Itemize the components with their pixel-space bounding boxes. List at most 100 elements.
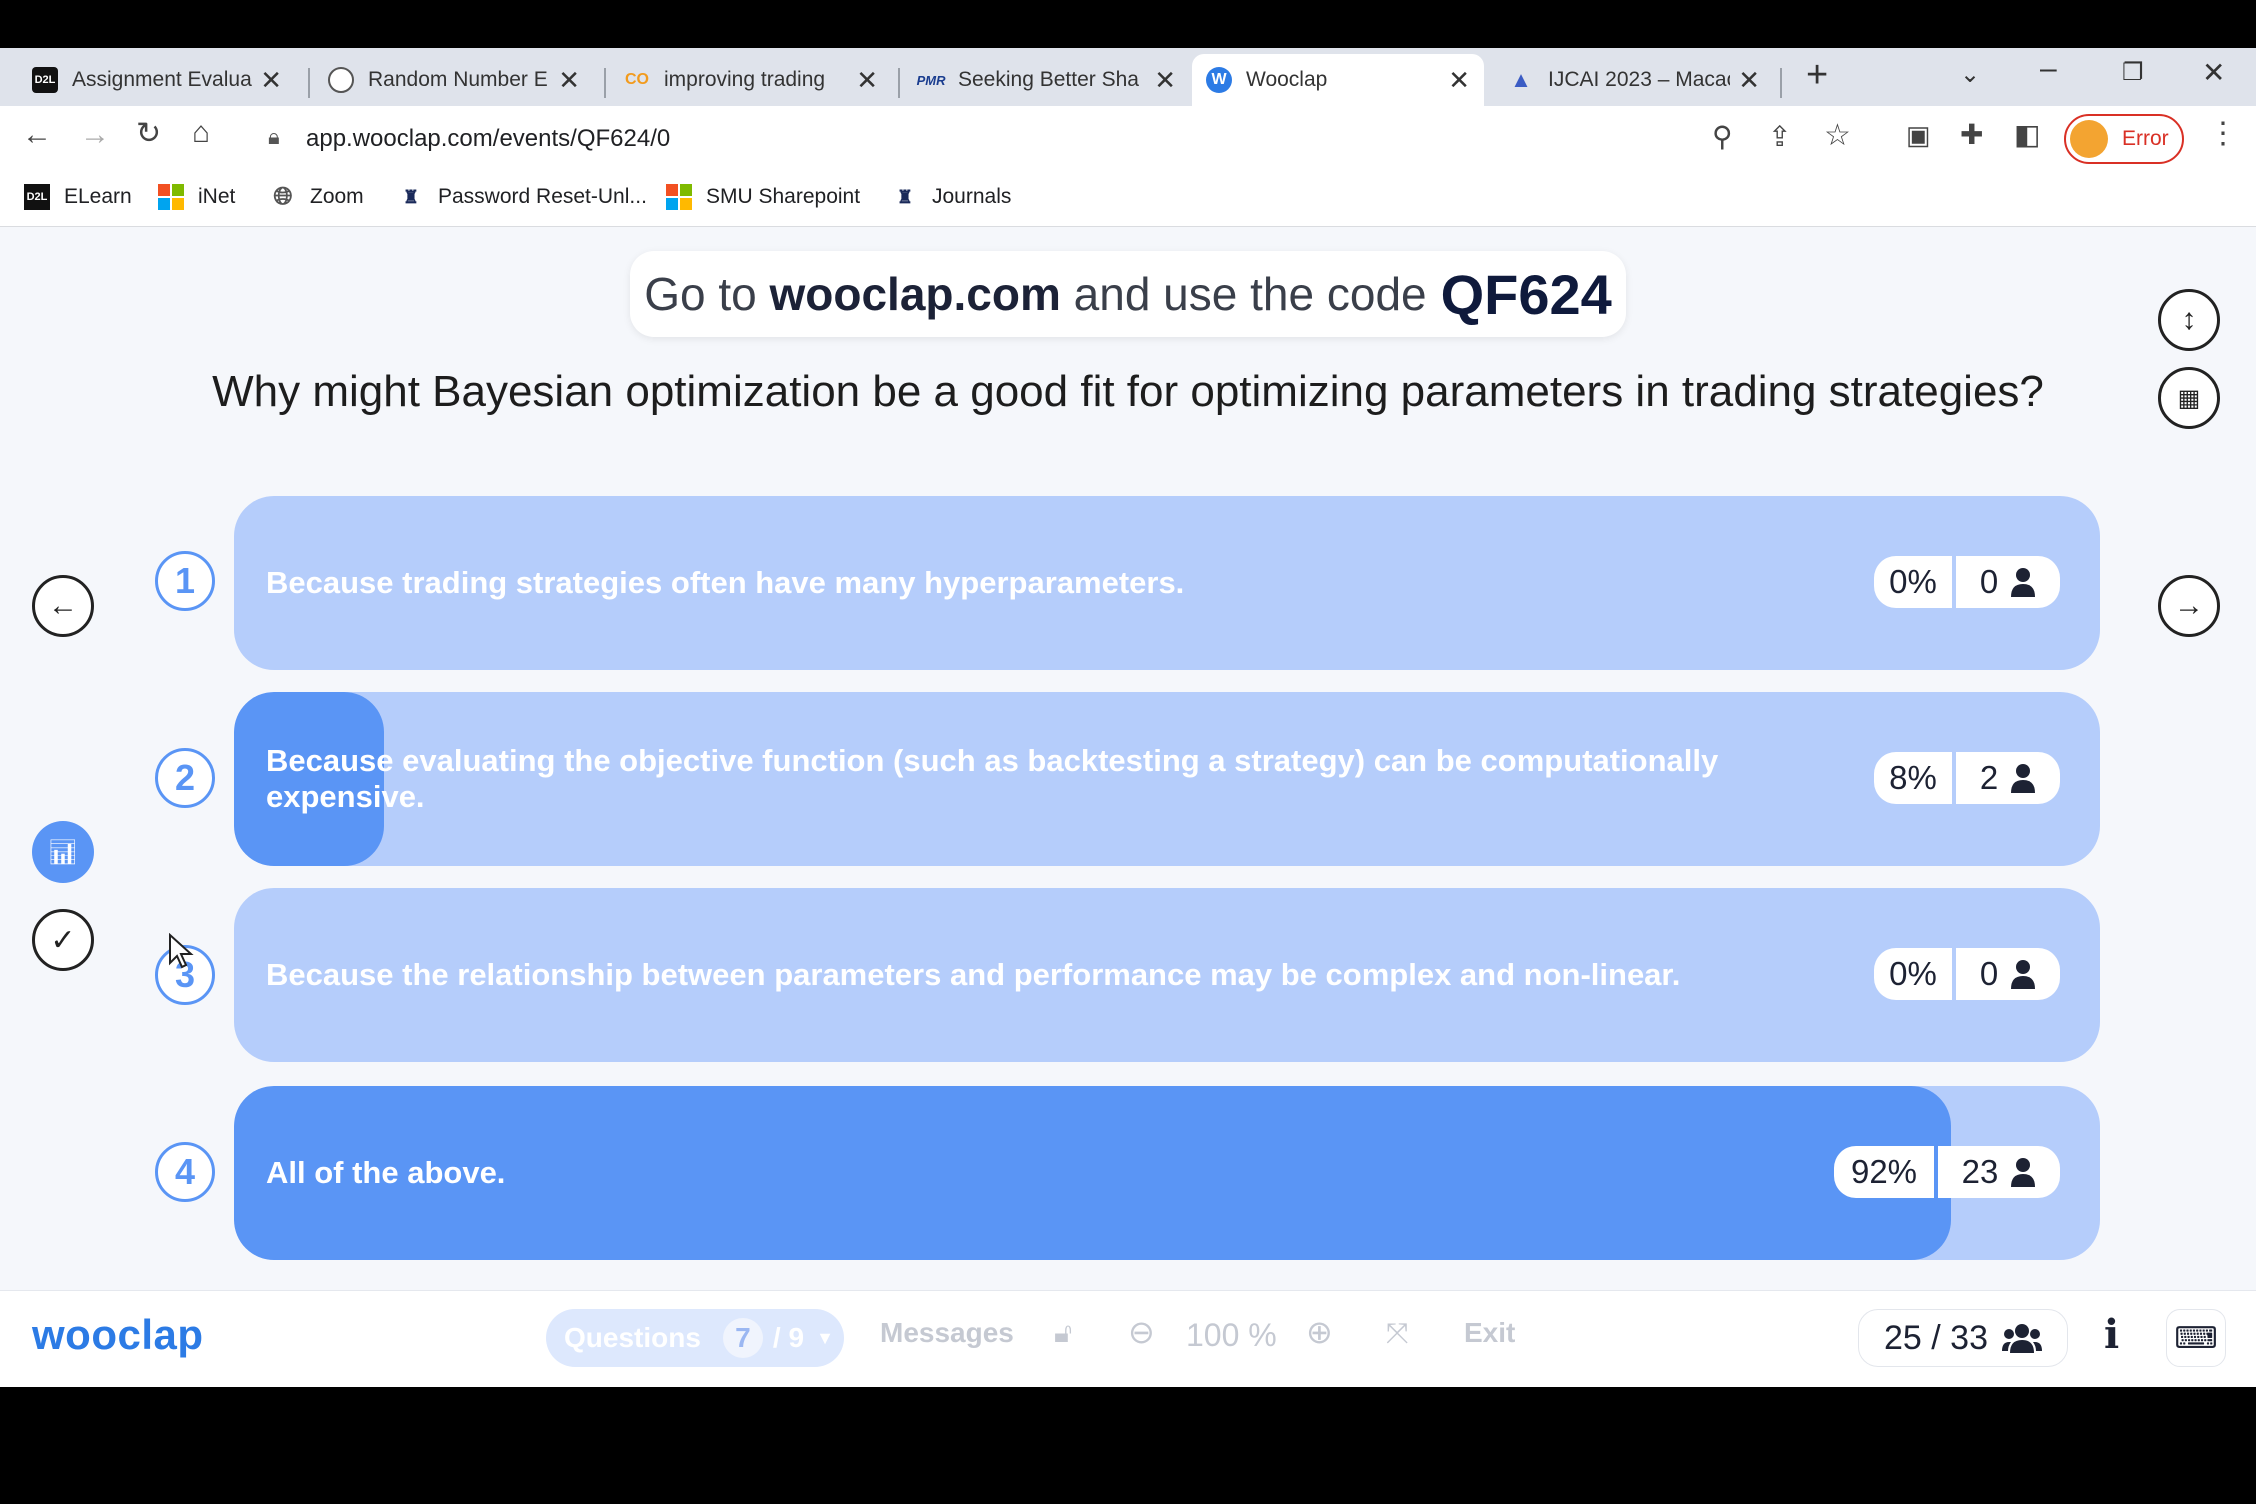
restore-button[interactable]: ❐ [2122, 58, 2144, 87]
browser-toolbar: ← → ↻ ⌂ 🔒︎ app.wooclap.com/events/QF624/… [0, 106, 2256, 172]
bookmark-inet[interactable]: iNet [158, 184, 235, 210]
zoom-in-icon[interactable]: ⊕ [1306, 1313, 1333, 1351]
d2l-icon: D2L [24, 184, 50, 210]
home-icon[interactable]: ⌂ [192, 116, 210, 150]
show-correct-answer-button[interactable]: ✓ [32, 909, 94, 971]
zoom-icon[interactable]: ⚲ [1712, 120, 1733, 153]
answer-text: Because the relationship between paramet… [266, 957, 1681, 992]
window-close-button[interactable]: ✕ [2202, 56, 2225, 89]
info-icon[interactable]: i [2104, 1311, 2119, 1358]
answer-option-4[interactable]: All of the above. 92% 23 [234, 1086, 2100, 1260]
tab-improving-trading[interactable]: CO improving trading ✕ [610, 54, 892, 106]
bookmark-elearn[interactable]: D2L ELearn [24, 184, 132, 210]
zoom-level: 100 % [1186, 1317, 1277, 1353]
answer-percent: 0% [1874, 556, 1952, 608]
answer-option-3[interactable]: Because the relationship between paramet… [234, 888, 2100, 1062]
answer-percent: 92% [1834, 1146, 1934, 1198]
person-icon [2011, 960, 2036, 989]
answer-number: 1 [155, 551, 215, 611]
exit-button[interactable]: Exit [1464, 1317, 1515, 1349]
tab-search-icon[interactable]: ⌄ [1960, 60, 1980, 89]
avatar [2070, 120, 2108, 158]
tab-random-number[interactable]: Random Number E ✕ [314, 54, 594, 106]
answer-text: Because trading strategies often have ma… [266, 565, 1185, 600]
smu-icon: ♜ [402, 186, 420, 207]
close-tab-icon[interactable]: ✕ [558, 65, 580, 96]
current-question-number: 7 [722, 1318, 763, 1358]
qr-code-button[interactable]: ▦ [2158, 367, 2220, 429]
messages-button[interactable]: Messages [880, 1317, 1014, 1349]
total-questions: / 9 [772, 1322, 805, 1353]
bookmark-zoom[interactable]: 🌐︎ Zoom [270, 183, 363, 210]
chevron-down-icon: ▼ [816, 1327, 834, 1348]
event-code: QF624 [1440, 262, 1612, 326]
address-bar[interactable]: 🔒︎ app.wooclap.com/events/QF624/0 ⚲ ⇪ ☆ [252, 112, 1872, 166]
close-tab-icon[interactable]: ✕ [260, 65, 282, 96]
extension-icon[interactable]: ▣ [1906, 120, 1931, 151]
tab-seeking-better[interactable]: PMR Seeking Better Sha ✕ [904, 54, 1190, 106]
openai-icon [328, 67, 354, 93]
answer-text: All of the above. [266, 1155, 506, 1190]
new-tab-button[interactable]: + [1806, 54, 1828, 97]
answer-option-2[interactable]: Because evaluating the objective functio… [234, 692, 2100, 866]
group-icon [2001, 1324, 2042, 1353]
close-tab-icon[interactable]: ✕ [856, 65, 878, 96]
url-text: app.wooclap.com/events/QF624/0 [306, 125, 671, 152]
answer-count: 23 [1938, 1146, 2060, 1198]
fullscreen-icon[interactable]: ⤧ [1386, 1317, 1408, 1350]
minimize-button[interactable]: – [2040, 52, 2057, 86]
answer-percent: 0% [1874, 948, 1952, 1000]
expand-vertical-button[interactable]: ↕ [2158, 289, 2220, 351]
pmr-icon: PMR [916, 72, 946, 88]
next-question-button[interactable]: → [2158, 575, 2220, 637]
question-title: Why might Bayesian optimization be a goo… [212, 367, 2044, 416]
colab-icon: CO [625, 71, 649, 88]
ms-icon [666, 184, 692, 210]
join-code-banner: Go to wooclap.com and use the code QF624 [630, 251, 1626, 337]
smu-icon: ♜ [896, 186, 914, 207]
person-icon [2011, 764, 2036, 793]
keyboard-icon[interactable]: ⌨ [2166, 1309, 2226, 1367]
extensions-puzzle-icon[interactable]: ✚ [1960, 118, 1983, 151]
previous-question-button[interactable]: ← [32, 575, 94, 637]
tab-wooclap[interactable]: W Wooclap ✕ [1192, 54, 1484, 106]
wooclap-logo: wooclap [32, 1311, 204, 1358]
wooclap-icon: W [1206, 67, 1232, 93]
answer-number: 2 [155, 748, 215, 808]
browser-tab-bar: D2L Assignment Evaluat ✕ Random Number E… [0, 48, 2256, 106]
presenter-bottom-bar: wooclap Questions 7 / 9 ▼ Messages 🔓︎ ⊖ … [0, 1290, 2256, 1387]
reload-icon[interactable]: ↻ [136, 116, 161, 151]
globe-icon: 🌐︎ [273, 183, 293, 210]
ijcai-icon: ▲ [1510, 67, 1532, 92]
unlock-icon[interactable]: 🔓︎ [1054, 1317, 1072, 1350]
d2l-icon: D2L [32, 67, 58, 93]
close-tab-icon[interactable]: ✕ [1738, 65, 1760, 96]
answer-count: 0 [1956, 556, 2060, 608]
bookmark-journals[interactable]: ♜ Journals [892, 184, 1011, 210]
ms-icon [158, 184, 184, 210]
tab-assignment[interactable]: D2L Assignment Evaluat ✕ [18, 54, 296, 106]
answer-text: Because evaluating the objective functio… [266, 743, 1719, 814]
bookmarks-bar: D2L ELearn iNet 🌐︎ Zoom ♜ Password Reset… [0, 172, 2256, 227]
back-icon[interactable]: ← [22, 118, 52, 152]
results-chart-button[interactable]: 📊︎ [32, 821, 94, 883]
menu-kebab-icon[interactable]: ⋮ [2208, 116, 2238, 151]
share-icon[interactable]: ⇪ [1768, 120, 1791, 153]
mouse-cursor-icon [169, 933, 194, 969]
questions-dropdown[interactable]: Questions 7 / 9 ▼ [546, 1309, 844, 1367]
answer-count: 2 [1956, 752, 2060, 804]
tab-ijcai[interactable]: ▲ IJCAI 2023 – Macao ✕ [1494, 54, 1774, 106]
close-tab-icon[interactable]: ✕ [1448, 65, 1470, 96]
sidebar-icon[interactable]: ◧ [2014, 118, 2040, 151]
answer-option-1[interactable]: Because trading strategies often have ma… [234, 496, 2100, 670]
bookmark-smu-sharepoint[interactable]: SMU Sharepoint [666, 184, 860, 210]
zoom-out-icon[interactable]: ⊖ [1128, 1313, 1155, 1351]
bookmark-password-reset[interactable]: ♜ Password Reset-Unl... [398, 184, 647, 210]
presentation-area: Go to wooclap.com and use the code QF624… [0, 227, 2256, 1290]
bookmark-star-icon[interactable]: ☆ [1824, 118, 1851, 153]
close-tab-icon[interactable]: ✕ [1154, 65, 1176, 96]
person-icon [2011, 1158, 2036, 1187]
forward-icon[interactable]: → [80, 118, 110, 152]
profile-error-button[interactable]: Error [2064, 114, 2184, 164]
answer-number: 4 [155, 1142, 215, 1202]
